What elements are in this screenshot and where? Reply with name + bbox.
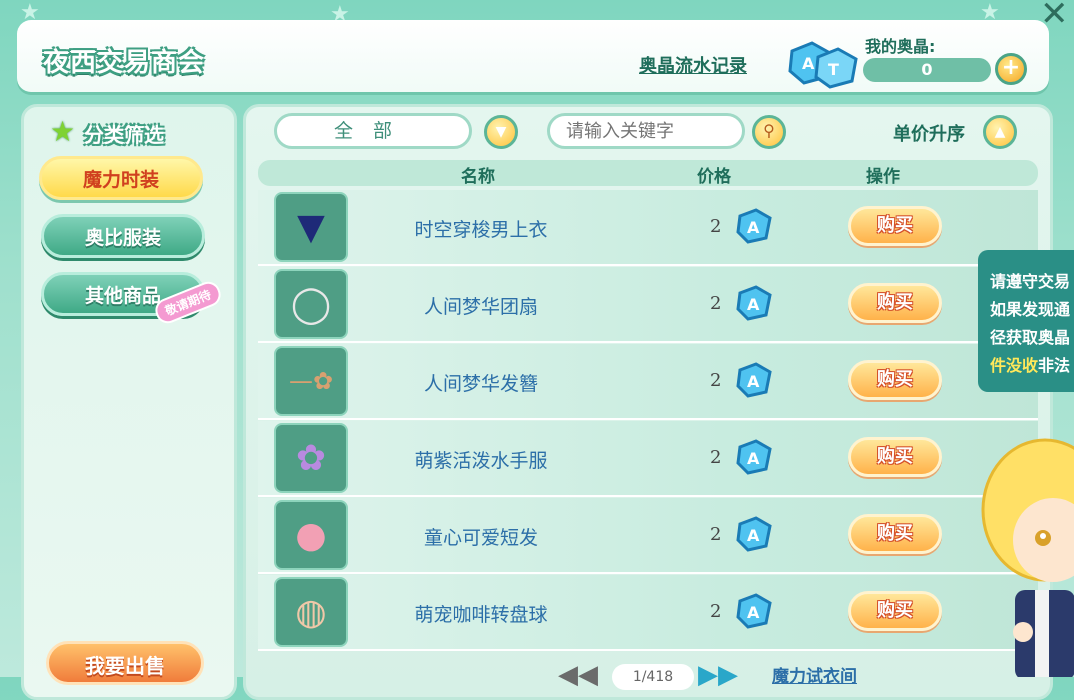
next-page-icon[interactable]: ▶▶ (698, 660, 738, 690)
chevron-down-icon: ▼ (495, 124, 507, 140)
crystal-icon: A (734, 514, 774, 558)
jacket-icon: ▼ (274, 192, 348, 262)
search-button[interactable]: ⚲ (752, 115, 786, 149)
table-row: ✿ 萌紫活泼水手服 2 A 购买 (258, 421, 1038, 497)
item-price: 2 (710, 216, 722, 237)
buy-button[interactable]: 购买 (848, 437, 942, 477)
close-icon[interactable]: ✕ (1040, 0, 1069, 34)
notice-line: 径获取奥晶 (990, 328, 1071, 347)
notice-tail: 非法 (1038, 356, 1071, 375)
crystal-icon: A (734, 591, 774, 635)
svg-text:A: A (802, 54, 815, 73)
dropdown-button[interactable]: ▼ (484, 115, 518, 149)
item-name: 萌宠咖啡转盘球 (414, 604, 548, 626)
svg-text:A: A (747, 449, 760, 468)
table-row: ◯ 人间梦华团扇 2 A 购买 (258, 267, 1038, 343)
column-name: 名称 (461, 167, 495, 187)
star-icon: ★ (50, 115, 76, 148)
sort-toggle-button[interactable]: ▲ (983, 115, 1017, 149)
item-name: 时空穿梭男上衣 (414, 219, 548, 241)
crystal-icon: A (734, 283, 774, 327)
notice-highlight: 件没收 (990, 356, 1039, 375)
table-row: ▼ 时空穿梭男上衣 2 A 购买 (258, 190, 1038, 266)
top-bar: 夜西交易商会 奥晶流水记录 A T 我的奥晶: 0 + (17, 20, 1049, 92)
item-price: 2 (710, 293, 722, 314)
crystal-record-link[interactable]: 奥晶流水记录 (639, 52, 747, 78)
crystal-icon: A T (782, 37, 862, 97)
buy-button[interactable]: 购买 (848, 591, 942, 631)
buy-button[interactable]: 购买 (848, 206, 942, 246)
item-name: 童心可爱短发 (423, 527, 538, 549)
pet-toy-icon: ◍ (274, 577, 348, 647)
sailor-dress-icon: ✿ (274, 423, 348, 493)
svg-text:T: T (828, 60, 839, 79)
shop-title: 夜西交易商会 (43, 48, 206, 78)
notice-line: 请遵守交易 (990, 272, 1071, 291)
item-name: 人间梦华发簪 (423, 373, 538, 395)
crystal-balance: 0 (863, 58, 991, 82)
table-row: ◍ 萌宠咖啡转盘球 2 A 购买 (258, 575, 1038, 651)
my-crystal-label: 我的奥晶: (865, 37, 936, 56)
search-icon: ⚲ (763, 121, 775, 140)
filter-select[interactable]: 全部 (274, 113, 472, 149)
prev-page-icon[interactable]: ◀◀ (558, 660, 598, 690)
mascot-character (975, 420, 1074, 681)
crystal-icon: A (734, 206, 774, 250)
svg-text:A: A (747, 603, 760, 622)
short-hair-icon: ● (274, 500, 348, 570)
item-price: 2 (710, 447, 722, 468)
svg-text:A: A (747, 372, 760, 391)
search-input[interactable] (547, 113, 745, 149)
svg-text:A: A (747, 526, 760, 545)
crystal-icon: A (734, 437, 774, 481)
svg-text:A: A (747, 218, 760, 237)
svg-text:A: A (747, 295, 760, 314)
sell-button[interactable]: 我要出售 (46, 641, 204, 685)
buy-button[interactable]: 购买 (848, 283, 942, 323)
page-indicator: 1/418 (612, 664, 694, 690)
table-row: ● 童心可爱短发 2 A 购买 (258, 498, 1038, 574)
rules-notice: 请遵守交易 如果发现通 径获取奥晶 件没收非法 (978, 250, 1074, 392)
crystal-icon: A (734, 360, 774, 404)
item-price: 2 (710, 601, 722, 622)
item-price: 2 (710, 524, 722, 545)
notice-line: 如果发现通 (990, 300, 1071, 319)
buy-button[interactable]: 购买 (848, 514, 942, 554)
column-action: 操作 (866, 167, 900, 187)
try-on-link[interactable]: 魔力试衣间 (772, 662, 857, 687)
sort-label: 单价升序 (893, 124, 965, 145)
item-price: 2 (710, 370, 722, 391)
chevron-up-icon: ▲ (994, 124, 1006, 140)
add-crystal-button[interactable]: + (995, 53, 1027, 85)
item-name: 人间梦华团扇 (423, 296, 538, 318)
buy-button[interactable]: 购买 (848, 360, 942, 400)
fan-icon: ◯ (274, 269, 348, 339)
category-magic-fashion[interactable]: 魔力时装 (39, 156, 203, 200)
category-aobi-clothing[interactable]: 奥比服装 (41, 214, 205, 258)
filter-title: 分类筛选 (84, 123, 164, 147)
table-header (258, 160, 1038, 186)
notice-line: 件没收非法 (990, 352, 1074, 380)
column-price: 价格 (697, 167, 731, 187)
item-name: 萌紫活泼水手服 (414, 450, 548, 472)
hairpin-icon: —✿ (274, 346, 348, 416)
table-row: —✿ 人间梦华发簪 2 A 购买 (258, 344, 1038, 420)
